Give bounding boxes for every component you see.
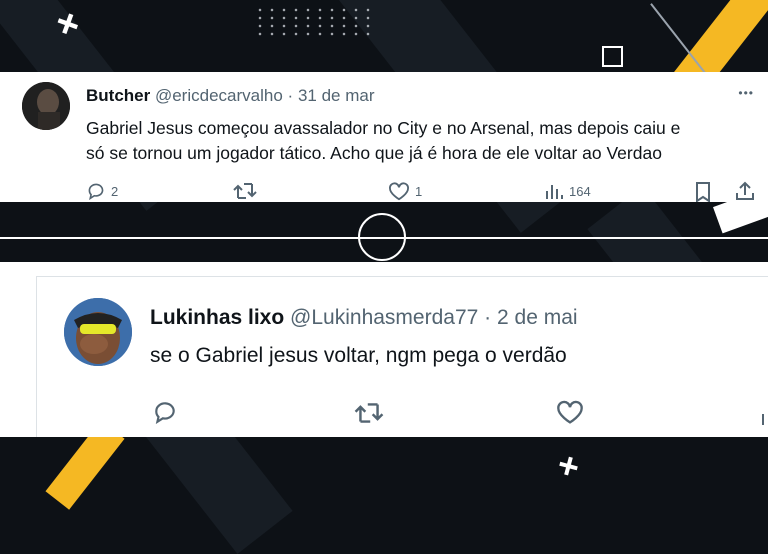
tweet-text-line: só se tornou um jogador tático. Acho que…: [86, 143, 662, 163]
dot-grid: [254, 6, 376, 36]
like-button[interactable]: [556, 400, 584, 425]
tweet-header: Lukinhas lixo @Lukinhasmerda77 · 2 de ma…: [150, 306, 578, 330]
plus-icon: +: [553, 442, 585, 489]
tweet-card[interactable]: Butcher @ericdecarvalho · 31 de mar ••• …: [0, 72, 768, 202]
reply-icon: [88, 183, 104, 200]
retweet-icon: [354, 403, 384, 423]
views-button[interactable]: 164: [544, 182, 591, 200]
avatar[interactable]: [22, 82, 70, 130]
like-icon: [389, 182, 409, 201]
reply-button[interactable]: 2: [86, 182, 118, 200]
tweet-text: Gabriel Jesus começou avassalador no Cit…: [86, 116, 680, 166]
tweet-text: se o Gabriel jesus voltar, ngm pega o ve…: [150, 344, 567, 367]
retweet-button[interactable]: [354, 402, 384, 424]
author-name[interactable]: Lukinhas lixo: [150, 306, 284, 329]
author-handle[interactable]: @ericdecarvalho: [155, 86, 283, 105]
like-count: 1: [415, 184, 423, 199]
bookmark-icon: [696, 182, 710, 202]
square-outline: [602, 46, 623, 67]
separator-dot: ·: [484, 306, 492, 329]
retweet-button[interactable]: [233, 182, 257, 200]
views-icon: [762, 414, 764, 425]
tweet-date[interactable]: 31 de mar: [298, 86, 375, 105]
avatar-photo: [22, 82, 70, 130]
avatar-photo: [64, 298, 132, 366]
reply-button[interactable]: [152, 400, 178, 424]
retweet-icon: [233, 183, 257, 199]
view-count: 164: [569, 183, 591, 199]
circle-ornament: [358, 213, 406, 261]
share-icon: [736, 181, 754, 200]
reply-icon: [155, 402, 175, 424]
views-button[interactable]: [760, 408, 768, 426]
views-icon: [546, 185, 563, 199]
reply-count: 2: [111, 183, 119, 199]
tweet-header: Butcher @ericdecarvalho · 31 de mar: [86, 86, 374, 106]
author-name[interactable]: Butcher: [86, 86, 150, 105]
like-icon: [557, 400, 583, 424]
like-button[interactable]: 1: [388, 182, 422, 201]
tweet-text-line: Gabriel Jesus começou avassalador no Cit…: [86, 118, 681, 138]
separator-dot: ·: [287, 86, 294, 105]
tweet-date[interactable]: 2 de mai: [497, 306, 578, 329]
tweet-card[interactable]: Lukinhas lixo @Lukinhasmerda77 · 2 de ma…: [0, 262, 768, 437]
author-handle[interactable]: @Lukinhasmerda77: [290, 306, 478, 329]
more-options-icon[interactable]: •••: [738, 86, 754, 100]
avatar[interactable]: [64, 298, 132, 366]
share-button[interactable]: [735, 181, 755, 201]
bookmark-button[interactable]: [695, 182, 711, 202]
